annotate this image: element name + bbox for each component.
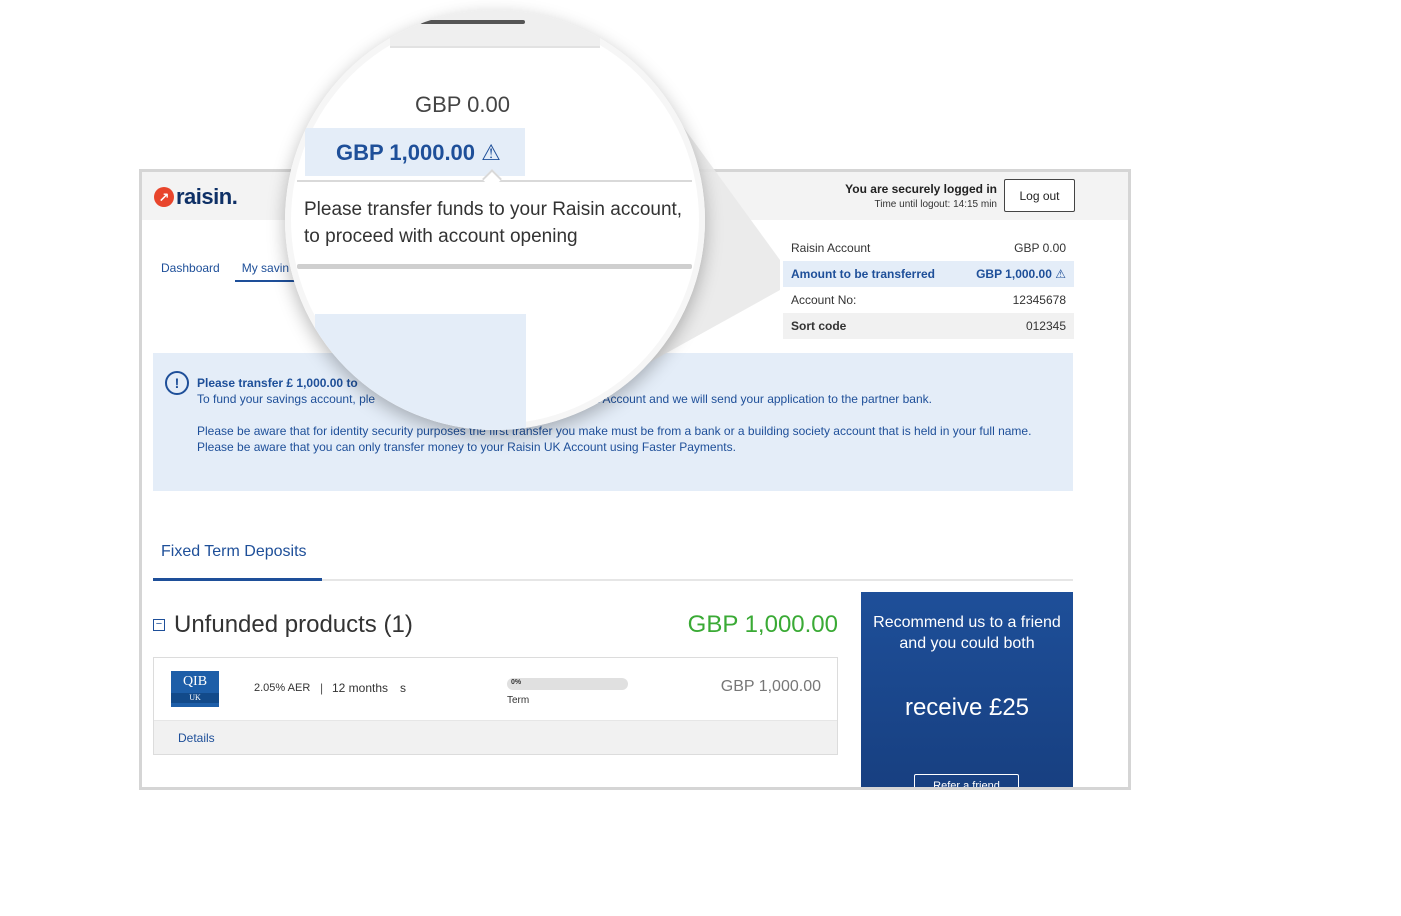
logo-text: raisin. xyxy=(176,184,238,209)
row-label: Sort code xyxy=(791,319,847,333)
product-rate: 2.05% AER xyxy=(254,682,311,694)
row-label: Amount to be transferred xyxy=(791,267,936,281)
logout-timer: Time until logout: 14:15 min xyxy=(874,199,997,210)
product-tabs: Fixed Term Deposits xyxy=(153,533,1073,581)
row-value: GBP 1,000.00 ⚠ xyxy=(976,267,1066,281)
mag-balance: GBP 0.00 xyxy=(415,92,510,117)
bank-logo-sub: UK xyxy=(171,693,219,703)
login-status: You are securely logged in xyxy=(845,182,997,196)
unfunded-products-header: − Unfunded products (1) GBP 1,000.00 xyxy=(153,609,838,649)
product-amount: GBP 1,000.00 xyxy=(720,678,821,695)
nav-my-savings[interactable]: My savin xyxy=(234,258,297,282)
mag-topbar-line xyxy=(420,20,525,24)
magnifier-lens: GBP 0.00 GBP 1,000.00 ⚠ Please transfer … xyxy=(285,10,705,430)
raisin-logo-icon: ↗ xyxy=(154,187,174,207)
row-value: 012345 xyxy=(1025,319,1066,333)
separator: | xyxy=(320,681,324,695)
referral-promo: Recommend us to a friend and you could b… xyxy=(861,592,1073,787)
row-label: Raisin Account xyxy=(791,241,871,255)
term-label: Term xyxy=(507,695,530,706)
product-footer: Details xyxy=(154,720,837,754)
banner-line1-end: UK Account and we will send your applica… xyxy=(583,392,932,406)
qib-bank-logo: QIB UK xyxy=(171,671,219,707)
sort-code-row: Sort code 012345 xyxy=(783,313,1074,339)
nav-dashboard[interactable]: Dashboard xyxy=(154,258,227,282)
transfer-tooltip: Please transfer funds to your Raisin acc… xyxy=(304,199,683,247)
referral-text: Recommend us to a friend and you could b… xyxy=(873,614,1061,652)
raisin-logo[interactable]: ↗ raisin. xyxy=(154,184,238,210)
referral-reward: receive £25 xyxy=(904,694,1030,721)
row-label: Account No: xyxy=(791,293,857,307)
unfunded-total: GBP 1,000.00 xyxy=(687,611,838,638)
row-value: GBP 0.00 xyxy=(1014,241,1066,255)
row-value: 12345678 xyxy=(1012,293,1066,307)
progress-label: 0% xyxy=(511,679,522,686)
logout-button[interactable]: Log out xyxy=(1004,179,1075,212)
product-card: QIB UK 2.05% AER | 12 months s 0% Term G… xyxy=(153,657,838,755)
unfunded-title: Unfunded products (1) xyxy=(174,611,413,638)
collapse-icon[interactable]: − xyxy=(153,619,165,631)
account-number-row: Account No: 12345678 xyxy=(783,287,1074,313)
mag-highlight-amount: GBP 1,000.00 ⚠ xyxy=(336,140,501,165)
refer-friend-button[interactable]: Refer a friend xyxy=(914,774,1019,787)
term-progress-bar: 0% xyxy=(507,678,628,690)
info-icon: ! xyxy=(165,371,189,395)
product-term: 12 months xyxy=(332,681,389,695)
main-nav: Dashboard My savin xyxy=(154,258,297,282)
tab-fixed-term-deposits[interactable]: Fixed Term Deposits xyxy=(153,533,322,581)
mag-topbar xyxy=(390,10,600,48)
raisin-account-row: Raisin Account GBP 0.00 xyxy=(783,235,1074,261)
details-link[interactable]: Details xyxy=(178,731,215,745)
amount-to-transfer-row: Amount to be transferred GBP 1,000.00 ⚠ xyxy=(783,261,1074,287)
login-info: You are securely logged in Time until lo… xyxy=(702,182,997,210)
tooltip-bottom-border xyxy=(297,264,692,269)
account-summary: Raisin Account GBP 0.00 Amount to be tra… xyxy=(783,235,1074,339)
mag-banner-fragment xyxy=(315,314,526,430)
product-suffix: s xyxy=(400,681,406,695)
bank-logo-main: QIB xyxy=(182,674,208,689)
